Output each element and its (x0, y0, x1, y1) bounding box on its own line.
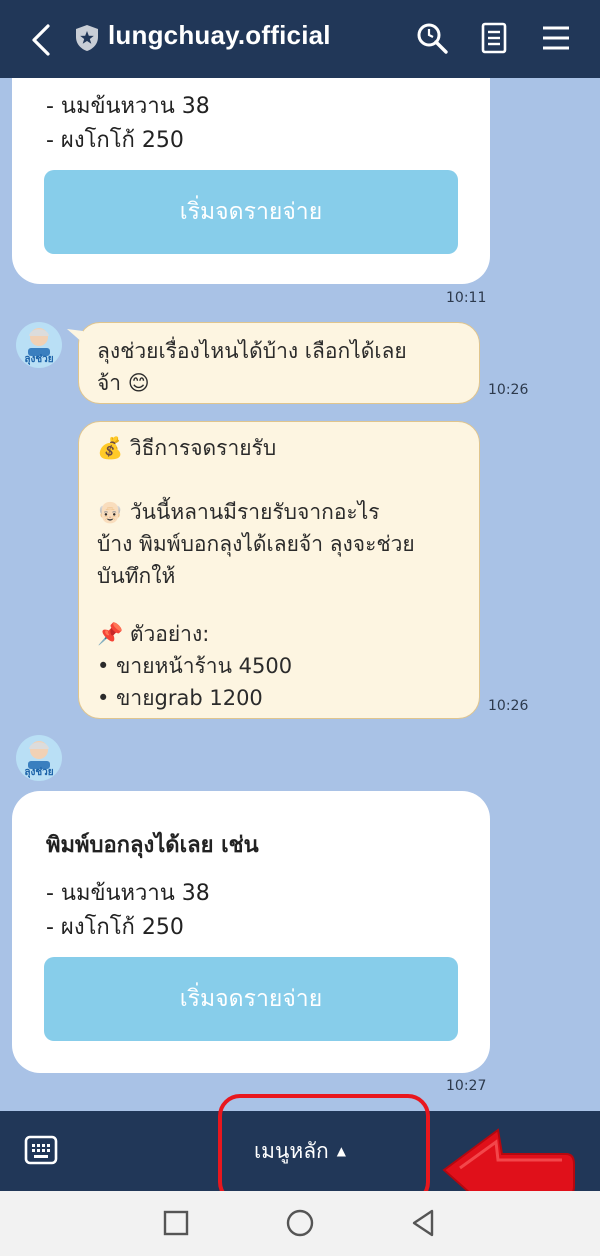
avatar-label: ลุงช่วย (24, 353, 53, 365)
card-line: - นมข้นหวาน 38 (46, 94, 210, 119)
message-bubble: ลุงช่วยเรื่องไหนได้บ้าง เลือกได้เลย จ้า … (67, 322, 480, 404)
start-expense-button[interactable]: เริ่มจดรายจ่าย (44, 957, 458, 1041)
shield-icon (76, 25, 98, 51)
message-card-bottom: พิมพ์บอกลุงได้เลย เช่น - นมข้นหวาน 38 - … (12, 791, 490, 1073)
bubble-line: 💰 วิธีการจดรายรับ (97, 436, 277, 460)
bubble-tail (67, 329, 83, 343)
circle-icon[interactable] (284, 1207, 316, 1239)
notes-icon[interactable] (476, 20, 512, 56)
card-line: - ผงโกโก้ 250 (46, 128, 184, 153)
chat-header: lungchuay.official (0, 0, 600, 78)
highlight-box (218, 1094, 430, 1204)
menu-icon[interactable] (538, 20, 574, 56)
message-bubble: 💰 วิธีการจดรายรับ 👴🏻 วันนี้หลานมีรายรับจ… (78, 421, 480, 719)
card-heading: พิมพ์บอกลุงได้เลย เช่น (46, 833, 259, 858)
card-line: - นมข้นหวาน 38 (46, 881, 210, 906)
square-icon[interactable] (160, 1207, 192, 1239)
bubble-line: จ้า 😊 (97, 371, 150, 395)
back-icon[interactable] (24, 22, 60, 58)
message-time: 10:26 (488, 698, 529, 714)
bubble-line: บ้าง พิมพ์บอกลุงได้เลยจ้า ลุงจะช่วย (97, 532, 415, 556)
card-line: - ผงโกโก้ 250 (46, 915, 184, 940)
bubble-line: • ขายgrab 1200 (97, 686, 263, 710)
account-name: lungchuay.official (108, 20, 331, 50)
avatar-image: ลุงช่วย (24, 328, 54, 365)
chat-area[interactable]: - นมข้นหวาน 38 - ผงโกโก้ 250 เริ่มจดรายจ… (0, 78, 600, 1111)
bubble-line: บันทึกให้ (97, 564, 176, 588)
start-expense-button[interactable]: เริ่มจดรายจ่าย (44, 170, 458, 254)
bubble-line: ลุงช่วยเรื่องไหนได้บ้าง เลือกได้เลย (97, 339, 407, 363)
avatar[interactable]: ลุงช่วย (16, 322, 62, 368)
message-time: 10:26 (488, 382, 529, 398)
system-nav-bar (0, 1191, 600, 1256)
message-card-top: - นมข้นหวาน 38 - ผงโกโก้ 250 เริ่มจดรายจ… (12, 78, 490, 284)
avatar[interactable]: ลุงช่วย (16, 735, 62, 781)
triangle-back-icon[interactable] (408, 1207, 440, 1239)
message-time: 10:11 (446, 290, 487, 306)
bubble-line: 👴🏻 วันนี้หลานมีรายรับจากอะไร (97, 500, 380, 524)
message-time: 10:27 (446, 1078, 487, 1094)
bubble-line: 📌 ตัวอย่าง: (97, 622, 210, 646)
bubble-line: • ขายหน้าร้าน 4500 (97, 654, 293, 678)
search-icon[interactable] (414, 20, 450, 56)
avatar-image: ลุงช่วย (24, 741, 54, 778)
avatar-label: ลุงช่วย (24, 766, 53, 778)
